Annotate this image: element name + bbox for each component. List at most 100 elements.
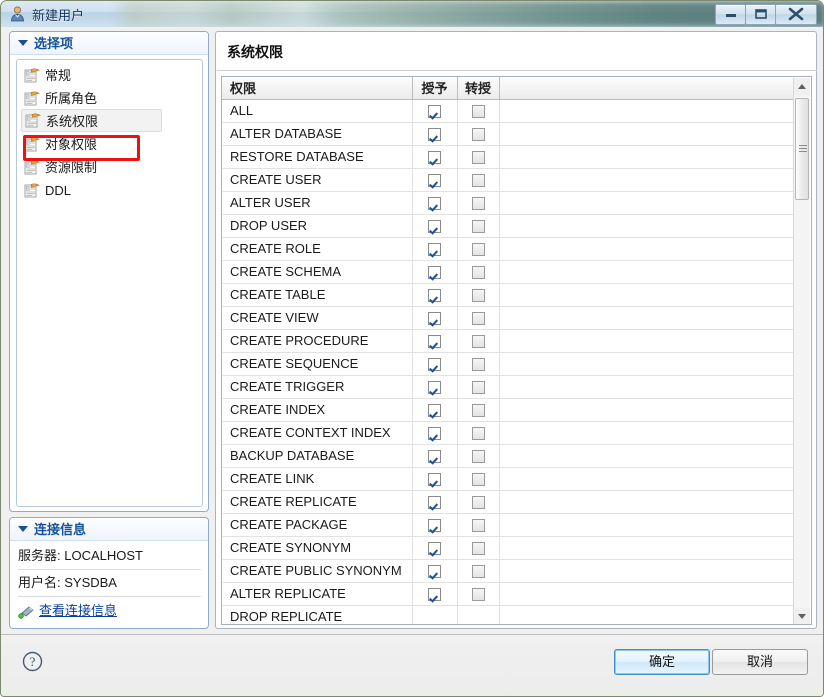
column-header-transfer[interactable]: 转授 [457, 77, 500, 100]
grant-checkbox-cell[interactable] [412, 352, 458, 376]
transfer-checkbox[interactable] [471, 588, 485, 602]
table-row[interactable]: CREATE VIEW [222, 306, 796, 330]
grant-checkbox-cell[interactable] [412, 375, 458, 399]
transfer-checkbox-cell[interactable] [457, 421, 500, 445]
transfer-checkbox[interactable] [471, 473, 485, 487]
scrollbar-thumb[interactable] [795, 98, 809, 200]
transfer-checkbox-cell[interactable] [457, 513, 500, 537]
grant-checkbox[interactable] [428, 588, 441, 602]
transfer-checkbox[interactable] [471, 496, 485, 510]
privileges-grid[interactable]: 权限 授予 转授 ALL ALTER DATABASE RESTORE DATABA… [221, 76, 812, 625]
transfer-checkbox-cell[interactable] [457, 260, 500, 284]
close-icon[interactable] [775, 4, 817, 25]
grant-checkbox-cell[interactable] [412, 444, 458, 468]
scroll-up-icon[interactable] [794, 78, 810, 95]
table-row[interactable]: ALL [222, 99, 796, 123]
transfer-checkbox-cell[interactable] [457, 145, 500, 169]
cancel-button[interactable]: 取消 [712, 649, 808, 675]
table-row[interactable]: ALTER USER [222, 191, 796, 215]
transfer-checkbox[interactable] [471, 105, 485, 119]
grant-checkbox-cell[interactable] [412, 283, 458, 307]
grant-checkbox-cell[interactable] [412, 559, 458, 583]
grant-checkbox-cell[interactable] [412, 398, 458, 422]
transfer-checkbox-cell[interactable] [457, 191, 500, 215]
grant-checkbox[interactable] [428, 473, 441, 487]
transfer-checkbox[interactable] [471, 565, 485, 579]
transfer-checkbox[interactable] [471, 220, 485, 234]
transfer-checkbox[interactable] [471, 174, 485, 188]
transfer-checkbox-cell[interactable] [457, 352, 500, 376]
ok-button[interactable]: 确定 [614, 649, 710, 675]
grant-checkbox-cell[interactable] [412, 168, 458, 192]
table-row[interactable]: CREATE PUBLIC SYNONYM [222, 559, 796, 583]
table-row[interactable]: CREATE TRIGGER [222, 375, 796, 399]
transfer-checkbox[interactable] [471, 128, 485, 142]
maximize-icon[interactable] [745, 4, 776, 25]
grant-checkbox[interactable] [428, 312, 441, 326]
column-header-blank[interactable] [499, 77, 796, 100]
grant-checkbox[interactable] [428, 174, 441, 188]
transfer-checkbox[interactable] [471, 404, 485, 418]
grant-checkbox-cell[interactable] [412, 582, 458, 606]
table-row[interactable]: DROP REPLICATE [222, 605, 796, 624]
help-icon[interactable]: ? [22, 651, 43, 672]
grant-checkbox-cell[interactable] [412, 490, 458, 514]
connection-panel-header[interactable]: 连接信息 [10, 518, 208, 541]
transfer-checkbox-cell[interactable] [457, 444, 500, 468]
grant-checkbox[interactable] [428, 381, 441, 395]
transfer-checkbox-cell[interactable] [457, 398, 500, 422]
table-row[interactable]: CREATE ROLE [222, 237, 796, 261]
sidebar-item-system-privileges[interactable]: 系统权限 [21, 109, 162, 132]
grant-checkbox-cell[interactable] [412, 191, 458, 215]
grant-checkbox-cell[interactable] [412, 467, 458, 491]
transfer-checkbox-cell[interactable] [457, 122, 500, 146]
column-header-grant[interactable]: 授予 [412, 77, 458, 100]
sidebar-item-ddl[interactable]: DDL [17, 178, 202, 201]
table-row[interactable]: CREATE SYNONYM [222, 536, 796, 560]
transfer-checkbox-cell[interactable] [457, 582, 500, 606]
grant-checkbox[interactable] [428, 266, 441, 280]
transfer-checkbox-cell[interactable] [457, 536, 500, 560]
grant-checkbox[interactable] [428, 105, 441, 119]
transfer-checkbox[interactable] [471, 312, 485, 326]
grant-checkbox-cell[interactable] [412, 214, 458, 238]
table-row[interactable]: CREATE TABLE [222, 283, 796, 307]
sidebar-item-resource-limits[interactable]: 资源限制 [17, 155, 202, 178]
sidebar-item-roles[interactable]: 所属角色 [17, 86, 202, 109]
table-row[interactable]: BACKUP DATABASE [222, 444, 796, 468]
table-row[interactable]: CREATE SEQUENCE [222, 352, 796, 376]
grant-checkbox[interactable] [428, 450, 441, 464]
transfer-checkbox-cell[interactable] [457, 467, 500, 491]
grant-checkbox-cell[interactable] [412, 513, 458, 537]
table-row[interactable]: ALTER REPLICATE [222, 582, 796, 606]
transfer-checkbox-cell[interactable] [457, 168, 500, 192]
transfer-checkbox[interactable] [471, 243, 485, 257]
grant-checkbox[interactable] [428, 404, 441, 418]
grant-checkbox-cell[interactable] [412, 260, 458, 284]
table-row[interactable]: CREATE REPLICATE [222, 490, 796, 514]
grant-checkbox-cell[interactable] [412, 605, 458, 624]
transfer-checkbox[interactable] [471, 335, 485, 349]
sidebar-item-object-privileges[interactable]: 对象权限 [17, 132, 202, 155]
grant-checkbox[interactable] [428, 128, 441, 142]
table-row[interactable]: ALTER DATABASE [222, 122, 796, 146]
transfer-checkbox-cell[interactable] [457, 283, 500, 307]
grant-checkbox-cell[interactable] [412, 421, 458, 445]
transfer-checkbox[interactable] [471, 450, 485, 464]
table-row[interactable]: CREATE USER [222, 168, 796, 192]
view-connection-info-row[interactable]: 查看连接信息 [18, 597, 201, 623]
transfer-checkbox[interactable] [471, 197, 485, 211]
grant-checkbox-cell[interactable] [412, 145, 458, 169]
table-row[interactable]: CREATE PACKAGE [222, 513, 796, 537]
grant-checkbox[interactable] [428, 358, 441, 372]
transfer-checkbox-cell[interactable] [457, 99, 500, 123]
selection-list[interactable]: 常规 所属角色 系统权限 对象权限 资源限制 DDL [16, 59, 203, 507]
grant-checkbox[interactable] [428, 243, 441, 257]
grant-checkbox[interactable] [428, 289, 441, 303]
table-row[interactable]: CREATE SCHEMA [222, 260, 796, 284]
grant-checkbox-cell[interactable] [412, 536, 458, 560]
transfer-checkbox-cell[interactable] [457, 490, 500, 514]
sidebar-item-general[interactable]: 常规 [17, 63, 202, 86]
transfer-checkbox-cell[interactable] [457, 306, 500, 330]
transfer-checkbox[interactable] [471, 519, 485, 533]
